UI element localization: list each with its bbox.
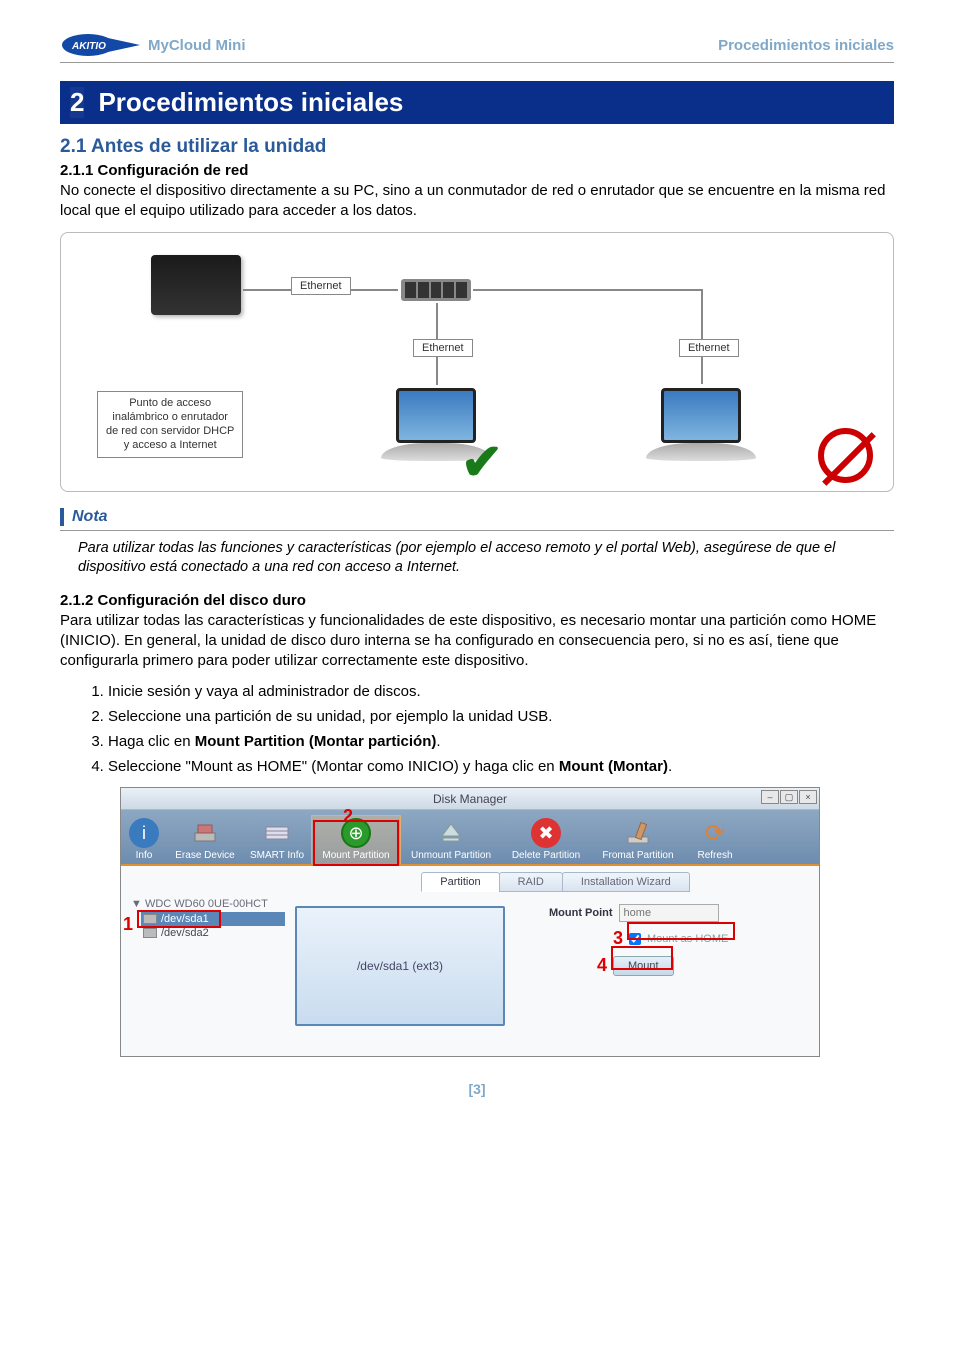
step-1: Inicie sesión y vaya al administrador de… [108,681,894,702]
logo-text: AKITIO [71,41,106,52]
info-button[interactable]: i Info [121,816,167,864]
partition-visual[interactable]: /dev/sda1 (ext3) [295,906,505,1026]
erase-device-button[interactable]: Erase Device [167,816,243,864]
chapter-number: 2 [70,87,84,118]
format-partition-button[interactable]: Fromat Partition [591,816,685,864]
callout-1: 1 [123,914,133,935]
note-text: Para utilizar todas las funciones y cara… [78,539,894,578]
window-titlebar: Disk Manager – ▢ × [121,788,819,810]
smart-icon [262,818,292,848]
tab-wizard[interactable]: Installation Wizard [562,872,690,892]
section-2-1-1-body: No conecte el dispositivo directamente a… [60,181,894,222]
connector-line [436,383,438,385]
section-2-1-heading: 2.1 Antes de utilizar la unidad [60,136,894,158]
toolbar: i Info Erase Device SMART Info ⊕ Mount P… [121,810,819,866]
info-icon: i [129,818,159,848]
mount-as-home-label: Mount as HOME [647,933,728,945]
tree-item-sda1[interactable]: /dev/sda1 [141,912,285,926]
switch-icon [401,279,471,301]
header-section: Procedimientos iniciales [718,37,894,54]
disk-icon [143,928,157,938]
mount-point-input[interactable] [619,904,719,922]
logo-area: AKITIO MyCloud Mini [60,30,246,60]
step-3: Haga clic en Mount Partition (Montar par… [108,731,894,752]
chapter-title: Procedimientos iniciales [98,87,403,118]
disk-icon [143,914,157,924]
section-2-1-1-heading: 2.1.1 Configuración de red [60,162,894,179]
nas-device-icon [151,255,241,315]
header-product: MyCloud Mini [148,37,246,54]
format-icon [623,818,653,848]
chapter-bar: 2 Procedimientos iniciales [60,81,894,124]
brand-logo: AKITIO [60,30,140,60]
tree-root[interactable]: ▼ WDC WD60 0UE-00HCT [131,898,285,910]
connector-line [473,289,703,291]
minimize-icon[interactable]: – [761,790,779,804]
ethernet-label-1: Ethernet [291,277,351,295]
window-title: Disk Manager [433,792,507,806]
note-heading: Nota [72,508,108,525]
erase-icon [190,818,220,848]
callout-4: 4 [597,955,607,976]
refresh-button[interactable]: ⟳ Refresh [685,816,745,864]
unmount-icon [436,818,466,848]
delete-partition-button[interactable]: ✖ Delete Partition [501,816,591,864]
step-2: Seleccione una partición de su unidad, p… [108,706,894,727]
smart-info-button[interactable]: SMART Info [243,816,311,864]
router-label: Punto de acceso inalámbrico o enrutador … [97,391,243,458]
mount-point-label: Mount Point [549,907,613,919]
note-block: Nota [60,508,894,526]
refresh-icon: ⟳ [700,818,730,848]
maximize-icon[interactable]: ▢ [780,790,798,804]
mount-partition-button[interactable]: ⊕ Mount Partition [311,815,401,864]
page-number: [3] [60,1081,894,1097]
mount-button[interactable]: Mount [613,956,674,976]
check-icon: ✔ [461,433,503,491]
network-diagram: Ethernet Ethernet Ethernet Punto de acce… [60,232,894,492]
mount-as-home-checkbox[interactable] [629,933,641,945]
page-header: AKITIO MyCloud Mini Procedimientos inici… [60,30,894,63]
close-icon[interactable]: × [799,790,817,804]
step-4: Seleccione "Mount as HOME" (Montar como … [108,756,894,777]
mount-panel: Mount Point 3 Mount as HOME 4 Mount [549,904,769,982]
prohibited-icon [818,428,873,483]
section-2-1-2-body: Para utilizar todas las características … [60,611,894,672]
device-tree: ▼ WDC WD60 0UE-00HCT /dev/sda1 /dev/sda2… [121,866,291,1056]
note-divider [60,530,894,531]
unmount-partition-button[interactable]: Unmount Partition [401,816,501,864]
callout-3: 3 [613,928,623,949]
laptop-bad-icon [646,388,756,468]
tree-item-sda2[interactable]: /dev/sda2 [141,926,285,940]
partition-label: /dev/sda1 (ext3) [357,959,443,973]
ethernet-label-2: Ethernet [413,339,473,357]
ethernet-label-3: Ethernet [679,339,739,357]
tab-bar: Partition RAID Installation Wizard [291,872,819,892]
tab-partition[interactable]: Partition [421,872,499,892]
callout-2: 2 [343,806,353,827]
delete-icon: ✖ [531,818,561,848]
steps-list: Inicie sesión y vaya al administrador de… [108,681,894,777]
section-2-1-2-heading: 2.1.2 Configuración del disco duro [60,592,894,609]
tab-raid[interactable]: RAID [499,872,563,892]
disk-manager-screenshot: Disk Manager – ▢ × i Info Erase Device [120,787,820,1057]
connector-line [701,289,703,384]
